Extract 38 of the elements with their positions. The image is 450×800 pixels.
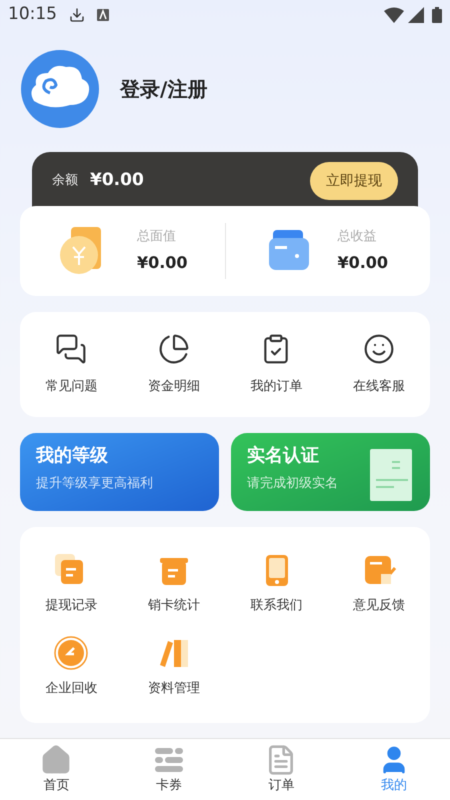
service-item[interactable]: 提现记录 [20,552,122,615]
smiley-icon [362,332,395,365]
cloud-logo-icon [20,49,100,129]
withdraw-button[interactable]: 立即提现 [310,162,398,200]
tab[interactable]: 我的 [338,739,450,800]
card-title: 我的等级 [36,445,109,468]
stat-amount: ¥0.00 [136,252,188,274]
service-item[interactable]: 销卡统计 [122,552,225,615]
service-item[interactable]: 企业回收 [20,635,122,698]
service-icon [53,635,90,671]
balance-amount: ¥0.00 [90,169,144,192]
stat-label: 总面值 [136,228,177,246]
balance-label: 余额 [52,172,78,190]
tab[interactable]: 首页 [0,739,112,800]
card-title: 实名认证 [247,445,320,468]
quick-menu-item[interactable]: 常见问题 [20,332,122,396]
pie-chart-icon [158,332,190,365]
chat-icon [55,332,88,365]
level-card[interactable]: 我的等级 提升等级享更高福利 [20,433,219,511]
signal-icon [408,7,424,23]
status-time: 10:15 [8,3,57,26]
download-icon [69,7,85,23]
tab[interactable]: 订单 [225,739,338,800]
tab[interactable]: 卡券 [112,739,225,800]
home-icon [40,744,72,776]
stat-label: 总收益 [337,228,378,246]
login-link[interactable]: 登录/注册 [120,74,208,104]
service-item[interactable]: 联系我们 [225,552,328,615]
card-subtitle: 请完成初级实名 [247,476,339,492]
wifi-icon [384,7,404,23]
quick-menu-item[interactable]: 在线客服 [328,332,430,396]
battery-icon [432,7,442,23]
service-item[interactable]: 意见反馈 [328,552,430,615]
quick-menu-item[interactable]: 资金明细 [122,332,225,396]
card-subtitle: 提升等级享更高福利 [36,476,154,492]
stat-amount: ¥0.00 [337,252,388,274]
service-item[interactable]: 资料管理 [122,635,225,698]
quick-menu-item[interactable]: 我的订单 [225,332,328,396]
